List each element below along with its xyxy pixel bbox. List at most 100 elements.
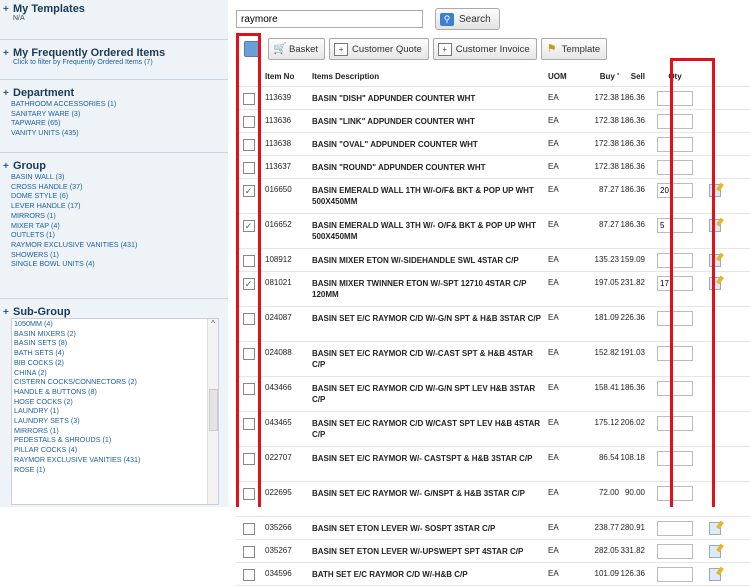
filter-link[interactable]: RAYMOR EXCLUSIVE VANITIES (431) [12,455,218,465]
qty-input[interactable] [657,91,693,106]
item-uom: EA [548,453,559,462]
qty-input[interactable] [657,160,693,175]
table-row: 043465 BASIN SET E/C RAYMOR C/D W/CAST SP… [236,412,750,447]
select-all-checkbox[interactable] [244,41,260,57]
qty-input[interactable] [657,218,693,233]
filter-link[interactable]: BASIN SETS (8) [12,338,218,348]
filter-link[interactable]: LEVER HANDLE (17) [3,201,223,211]
item-buy-price: 172.38 [594,139,619,148]
group-header[interactable]: + Group [3,160,223,172]
edit-note-icon[interactable] [709,522,721,535]
qty-input[interactable] [657,276,693,291]
row-checkbox[interactable] [242,546,255,558]
filter-link[interactable]: DOME STYLE (6) [3,191,223,201]
filter-link[interactable]: BATHROOM ACCESSORIES (1) [3,99,223,109]
table-row: 035267 BASIN SET ETON LEVER W/-UPSWEPT SP… [236,540,750,563]
filter-link[interactable]: 1050MM (4) [12,319,218,329]
filter-link[interactable]: BASIN WALL (3) [3,172,223,182]
qty-input[interactable] [657,486,693,501]
filter-link[interactable]: BIB COCKS (2) [12,358,218,368]
row-checkbox[interactable] [242,255,255,267]
filter-link[interactable]: RAYMOR EXCLUSIVE VANITIES (431) [3,240,223,250]
edit-note-icon[interactable] [709,184,721,197]
col-sell[interactable]: Sell [619,72,645,81]
filter-link[interactable]: MIRRORS (1) [12,426,218,436]
filter-link[interactable]: BASIN MIXERS (2) [12,329,218,339]
item-uom: EA [548,569,559,578]
qty-input[interactable] [657,114,693,129]
edit-note-icon[interactable] [709,254,721,267]
subgroup-header[interactable]: + Sub-Group [3,306,223,318]
edit-note-icon[interactable] [709,219,721,232]
frequent-header[interactable]: + My Frequently Ordered Items [3,47,223,59]
filter-link[interactable]: MIXER TAP (4) [3,221,223,231]
row-checkbox[interactable] [242,418,255,430]
col-item-no[interactable]: Item No [261,72,312,81]
filter-link[interactable]: OUTLETS (1) [3,230,223,240]
row-checkbox[interactable] [242,523,255,535]
col-description[interactable]: Items Description [312,71,548,82]
qty-input[interactable] [657,346,693,361]
edit-note-icon[interactable] [709,277,721,290]
filter-link[interactable]: SINGLE BOWL UNITS (4) [3,259,223,269]
filter-link[interactable]: ROSE (1) [12,465,218,475]
subgroup-scrollbar[interactable]: ^ [207,319,218,504]
expand-icon: + [3,87,9,99]
row-checkbox[interactable] [242,348,255,360]
frequent-filter-link[interactable]: Click to filter by Frequently Ordered It… [3,59,223,66]
scroll-up-icon[interactable]: ^ [208,319,218,328]
filter-link[interactable]: LAUNDRY (1) [12,406,218,416]
col-qty[interactable]: Qty [645,72,705,81]
search-input[interactable] [236,10,423,28]
row-checkbox[interactable]: ✓ [242,278,255,290]
row-checkbox[interactable] [242,569,255,581]
filter-link[interactable]: CISTERN COCKS/CONNECTORS (2) [12,377,218,387]
filter-link[interactable]: PILLAR COCKS (4) [12,445,218,455]
row-checkbox[interactable] [242,116,255,128]
qty-input[interactable] [657,253,693,268]
qty-input[interactable] [657,381,693,396]
col-buy[interactable]: Buy ' [578,72,619,81]
basket-button[interactable]: 🛒 Basket [268,38,326,60]
template-button[interactable]: ⚑ Template [540,38,608,60]
row-checkbox[interactable] [242,313,255,325]
qty-input[interactable] [657,311,693,326]
row-checkbox[interactable] [242,139,255,151]
edit-note-icon[interactable] [709,568,721,581]
qty-input[interactable] [657,567,693,582]
filter-link[interactable]: PEDESTALS & SHROUDS (1) [12,435,218,445]
row-checkbox[interactable]: ✓ [242,220,255,232]
filter-link[interactable]: MIRRORS (1) [3,211,223,221]
row-checkbox[interactable] [242,453,255,465]
row-checkbox[interactable] [242,383,255,395]
filter-link[interactable]: LAUNDRY SETS (3) [12,416,218,426]
filter-link[interactable]: CROSS HANDLE (37) [3,182,223,192]
filter-link[interactable]: HOSE COCKS (2) [12,397,218,407]
row-checkbox[interactable] [242,488,255,500]
qty-input[interactable] [657,137,693,152]
row-checkbox[interactable]: ✓ [242,185,255,197]
qty-input[interactable] [657,451,693,466]
edit-note-icon[interactable] [709,545,721,558]
row-checkbox[interactable] [242,93,255,105]
filter-link[interactable]: VANITY UNITS (435) [3,128,223,138]
filter-link[interactable]: BATH SETS (4) [12,348,218,358]
col-uom[interactable]: UOM [548,72,578,81]
filter-link[interactable]: HANDLE & BUTTONS (8) [12,387,218,397]
filter-link[interactable]: CHINA (2) [12,368,218,378]
table-row: 024088 BASIN SET E/C RAYMOR C/D W/-CAST S… [236,342,750,377]
my-templates-header[interactable]: + My Templates [3,3,223,15]
search-button[interactable]: ⚲ Search [435,8,500,30]
row-checkbox[interactable] [242,162,255,174]
filter-link[interactable]: SANITARY WARE (3) [3,109,223,119]
qty-input[interactable] [657,544,693,559]
department-header[interactable]: + Department [3,87,223,99]
scroll-thumb[interactable] [209,389,218,431]
filter-link[interactable]: SHOWERS (1) [3,250,223,260]
customer-invoice-button[interactable]: + Customer Invoice [432,38,537,60]
filter-link[interactable]: TAPWARE (65) [3,118,223,128]
customer-quote-button[interactable]: + Customer Quote [329,38,429,60]
qty-input[interactable] [657,521,693,536]
qty-input[interactable] [657,183,693,198]
qty-input[interactable] [657,416,693,431]
